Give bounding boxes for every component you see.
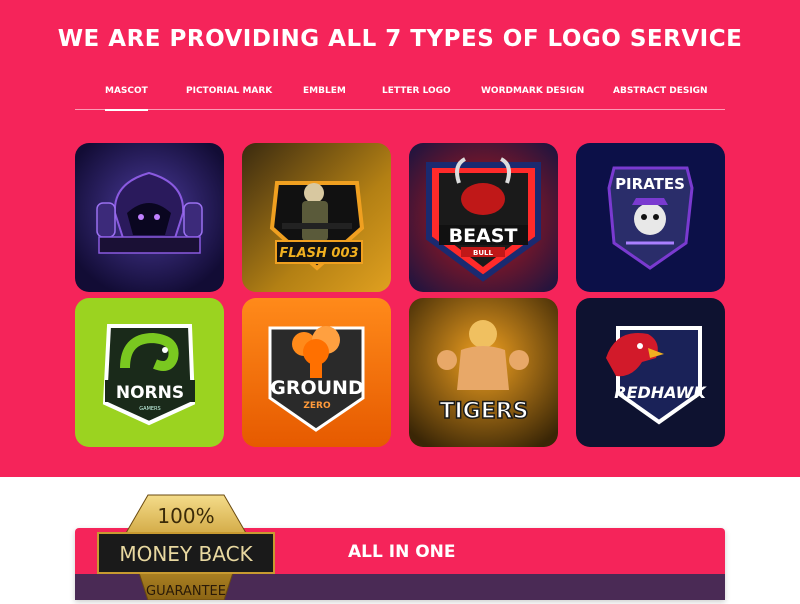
logo-text-pirates: PIRATES [615, 175, 685, 193]
tab-letter-logo[interactable]: LETTER LOGO [382, 86, 451, 110]
logo-subtext-bull: BULL [473, 249, 493, 257]
tab-emblem[interactable]: EMBLEM [303, 86, 346, 110]
logo-subtext-zero: ZERO [303, 401, 331, 411]
logo-card-norns-snake[interactable]: NORNS GAMERS [75, 298, 224, 447]
logo-subtext-gamers: GAMERS [139, 406, 160, 412]
logo-text-ground: GROUND [270, 377, 363, 399]
logo-card-hooded-figure[interactable] [75, 143, 224, 292]
logo-card-flash-soldier[interactable]: FLASH 003 [242, 143, 391, 292]
logo-card-redhawk[interactable]: REDHAWK [576, 298, 725, 447]
hero-section: WE ARE PROVIDING ALL 7 TYPES OF LOGO SER… [0, 0, 800, 477]
logo-text-redhawk: REDHAWK [614, 383, 707, 402]
logo-type-tabs: MASCOT PICTORIAL MARK EMBLEM LETTER LOGO… [75, 86, 725, 111]
tab-mascot[interactable]: MASCOT [105, 86, 148, 111]
tab-abstract-design[interactable]: ABSTRACT DESIGN [613, 86, 708, 110]
logo-card-tigers[interactable]: TIGERS [409, 298, 558, 447]
logo-text-norns: NORNS [116, 383, 184, 403]
logo-card-ground-zero[interactable]: GROUND ZERO [242, 298, 391, 447]
badge-line1: MONEY BACK [119, 542, 253, 566]
badge-percent: 100% [157, 504, 214, 528]
hero-title: WE ARE PROVIDING ALL 7 TYPES OF LOGO SER… [57, 26, 743, 52]
logo-text-beast: BEAST [449, 225, 518, 247]
logo-text-flash: FLASH 003 [279, 246, 358, 261]
logo-card-pirates[interactable]: PIRATES [576, 143, 725, 292]
tab-wordmark-design[interactable]: WORDMARK DESIGN [481, 86, 584, 110]
logo-card-beast-bull[interactable]: BEAST BULL [409, 143, 558, 292]
badge-line2: GUARANTEE [146, 584, 226, 599]
tab-pictorial-mark[interactable]: PICTORIAL MARK [186, 86, 272, 110]
logo-text-tigers: TIGERS [439, 399, 528, 424]
all-in-one-heading: ALL IN ONE [348, 542, 456, 562]
money-back-badge: 100% MONEY BACK GUARANTEE [96, 493, 276, 601]
